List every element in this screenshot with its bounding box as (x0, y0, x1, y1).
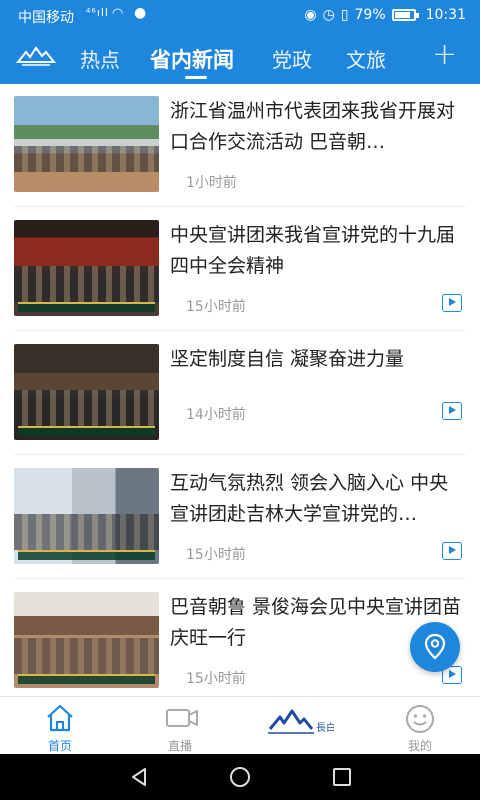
video-camera-icon (166, 709, 198, 727)
news-title: 坚定制度自信 凝聚奋进力量 (170, 348, 405, 370)
nav-mine[interactable]: 我的 (360, 697, 480, 755)
news-item[interactable]: 坚定制度自信 凝聚奋进力量 14小时前 (0, 344, 480, 468)
recent-apps-icon[interactable] (331, 766, 353, 788)
divider (14, 578, 466, 579)
tab-hot[interactable]: 热点 (80, 44, 120, 73)
wifi-icon: ◠ (112, 6, 124, 21)
battery-percent: 79% (354, 7, 386, 23)
nav-live-label: 直播 (167, 739, 192, 753)
news-time: 14小时前 (186, 407, 246, 423)
home-circle-icon[interactable] (229, 766, 251, 788)
news-time: 15小时前 (186, 299, 246, 315)
add-channel-icon[interactable]: + (432, 40, 457, 70)
location-button[interactable] (410, 622, 460, 672)
signal-icon: ⁴⁶ıll (86, 6, 109, 19)
divider (14, 330, 466, 331)
video-play-icon[interactable] (442, 402, 462, 420)
thumbnail-caption-bar (18, 674, 155, 684)
news-time: 15小时前 (186, 547, 246, 563)
app-logo-icon[interactable] (16, 42, 56, 70)
news-title: 浙江省温州市代表团来我省开展对口合作交流活动 巴音朝… (170, 100, 456, 153)
news-item[interactable]: 中央宣讲团来我省宣讲党的十九届四中全会精神 15小时前 (0, 220, 480, 344)
thumbnail-scene (14, 514, 159, 550)
news-time: 15小时前 (186, 671, 246, 687)
news-thumbnail (14, 96, 159, 192)
tab-politics[interactable]: 党政 (272, 44, 312, 73)
divider (14, 206, 466, 207)
thumbnail-scene (14, 638, 159, 674)
status-right: ◉ ◷ ▯ 79% 10:31 (304, 7, 466, 23)
message-icon: ● (134, 5, 147, 21)
nav-live[interactable]: 直播 (120, 697, 240, 755)
eye-icon: ◉ (304, 7, 317, 23)
channel-tabs: 热点 省内新闻 党政 文旅 + (0, 36, 480, 80)
video-play-icon[interactable] (442, 294, 462, 312)
carrier-label: 中国移动 (18, 10, 74, 26)
back-icon[interactable] (128, 766, 150, 788)
news-feed: 浙江省温州市代表团来我省开展对口合作交流活动 巴音朝… 1小时前 中央宣讲团来我… (0, 84, 480, 696)
location-pin-icon (424, 633, 446, 660)
bottom-nav: 首页 直播 長白山 我的 (0, 696, 480, 754)
news-title: 中央宣讲团来我省宣讲党的十九届四中全会精神 (170, 224, 456, 277)
news-thumbnail (14, 592, 159, 688)
app-header: 中国移动 ⁴⁶ıll ◠ ● ◉ ◷ ▯ 79% 10:31 热点 省内新闻 党… (0, 0, 480, 84)
battery-icon (391, 9, 419, 21)
news-thumbnail (14, 344, 159, 440)
news-item[interactable]: 互动气氛热烈 领会入脑入心 中央宣讲团赴吉林大学宣讲党的… 15小时前 (0, 468, 480, 592)
alarm-icon: ◷ (322, 7, 335, 23)
news-item[interactable]: 巴音朝鲁 景俊海会见中央宣讲团苗庆旺一行 15小时前 (0, 592, 480, 696)
clock: 10:31 (425, 7, 466, 23)
brand-logo-icon: 長白山 (268, 709, 334, 734)
news-thumbnail (14, 220, 159, 316)
nav-home-label: 首页 (47, 739, 72, 753)
nav-brand[interactable]: 長白山 (240, 697, 360, 755)
thumbnail-caption-bar (18, 302, 155, 312)
thumbnail-caption-bar (18, 426, 155, 436)
nav-home[interactable]: 首页 (0, 697, 120, 755)
divider (14, 454, 466, 455)
system-nav-bar (0, 754, 480, 800)
thumbnail-caption-bar (18, 550, 155, 560)
nav-mine-label: 我的 (407, 739, 432, 753)
video-play-icon[interactable] (442, 542, 462, 560)
vibrate-icon: ▯ (340, 7, 349, 23)
tab-culture-tourism[interactable]: 文旅 (346, 44, 386, 73)
thumbnail-scene (14, 266, 159, 302)
thumbnail-scene (14, 146, 159, 172)
active-tab-indicator (185, 76, 207, 79)
news-item[interactable]: 浙江省温州市代表团来我省开展对口合作交流活动 巴音朝… 1小时前 (0, 96, 480, 220)
svg-text:長白山: 長白山 (316, 721, 334, 734)
news-thumbnail (14, 468, 159, 564)
news-title: 互动气氛热烈 领会入脑入心 中央宣讲团赴吉林大学宣讲党的… (170, 472, 449, 525)
status-bar: 中国移动 ⁴⁶ıll ◠ ● ◉ ◷ ▯ 79% 10:31 (0, 0, 480, 30)
tab-provincial-news[interactable]: 省内新闻 (150, 44, 234, 74)
home-icon (47, 704, 73, 732)
thumbnail-scene (14, 390, 159, 426)
news-time: 1小时前 (186, 175, 237, 191)
smiley-face-icon (406, 705, 434, 733)
